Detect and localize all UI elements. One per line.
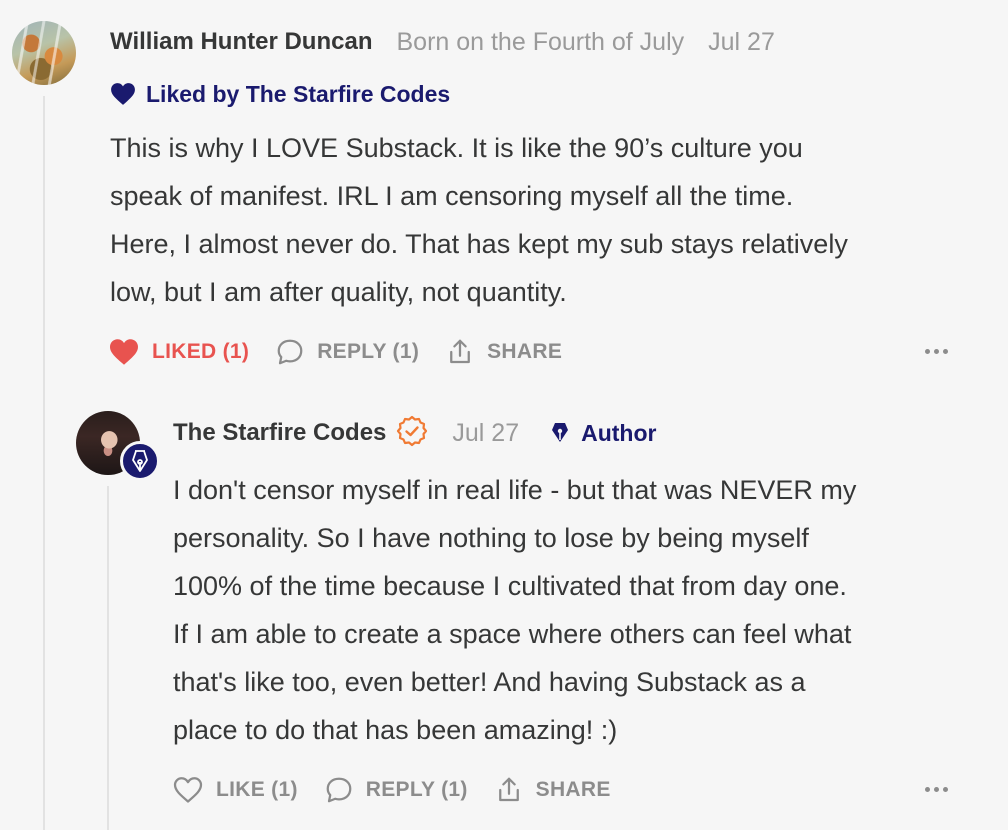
heart-icon [172, 776, 204, 804]
comment-body-line: This is why I LOVE Substack. It is like … [110, 133, 803, 163]
share-label: SHARE [535, 778, 611, 801]
like-button[interactable]: LIKE (1) [172, 776, 298, 804]
pen-nib-icon [120, 441, 160, 481]
comment-body: This is why I LOVE Substack. It is like … [110, 124, 980, 316]
heart-icon [110, 82, 138, 106]
reply-actions: LIKE (1) REPLY (1) SHARE [172, 774, 611, 806]
reply-label: REPLY (1) [317, 340, 420, 363]
comment-author-publication[interactable]: Born on the Fourth of July [396, 28, 684, 57]
reply-body-line: place to do that has been amazing! :) [173, 715, 618, 745]
share-icon [445, 337, 475, 367]
liked-by-row: Liked by The Starfire Codes [110, 80, 450, 108]
comment-bubble-icon [275, 337, 305, 367]
author-tag: Author [581, 419, 657, 446]
reply-body-line: If I am able to create a space where oth… [173, 619, 852, 649]
reply-body: I don't censor myself in real life - but… [173, 466, 983, 754]
comment-body-line: low, but I am after quality, not quantit… [110, 277, 567, 307]
comment-body-line: speak of manifest. IRL I am censoring my… [110, 181, 794, 211]
reply-body-line: I don't censor myself in real life - but… [173, 475, 857, 505]
reply-button[interactable]: REPLY (1) [275, 337, 419, 367]
reply-date[interactable]: Jul 27 [452, 419, 519, 448]
comment-header: William Hunter Duncan Born on the Fourth… [110, 26, 775, 58]
reply-header: The Starfire Codes Jul 27 Author [173, 415, 657, 452]
more-dots-icon[interactable] [925, 787, 948, 792]
thread-line [43, 96, 45, 830]
share-button[interactable]: SHARE [494, 775, 611, 805]
share-button[interactable]: SHARE [445, 337, 562, 367]
comment-actions: LIKED (1) REPLY (1) SHARE [108, 336, 562, 368]
reply-label: REPLY (1) [365, 778, 468, 801]
comment-date[interactable]: Jul 27 [708, 28, 775, 57]
share-icon [494, 775, 524, 805]
comment-body-line: Here, I almost never do. That has kept m… [110, 229, 848, 259]
like-button[interactable]: LIKED (1) [108, 338, 249, 366]
comment-bubble-icon [324, 775, 354, 805]
reply-button[interactable]: REPLY (1) [324, 775, 468, 805]
like-label: LIKE (1) [216, 778, 298, 801]
pen-nib-icon [549, 418, 571, 449]
reply-body-line: that's like too, even better! And having… [173, 667, 806, 697]
liked-by-label[interactable]: Liked by The Starfire Codes [146, 81, 450, 108]
heart-icon [108, 338, 140, 366]
verified-check-icon [396, 415, 428, 452]
reply-body-line: personality. So I have nothing to lose b… [173, 523, 809, 553]
reply-author-name[interactable]: The Starfire Codes [173, 419, 386, 447]
avatar[interactable] [12, 21, 76, 85]
reply-body-line: 100% of the time because I cultivated th… [173, 571, 847, 601]
like-label: LIKED (1) [152, 340, 250, 363]
more-dots-icon[interactable] [925, 349, 948, 354]
comment-author-name[interactable]: William Hunter Duncan [110, 28, 372, 56]
reply-thread-line [107, 486, 109, 830]
share-label: SHARE [487, 340, 563, 363]
